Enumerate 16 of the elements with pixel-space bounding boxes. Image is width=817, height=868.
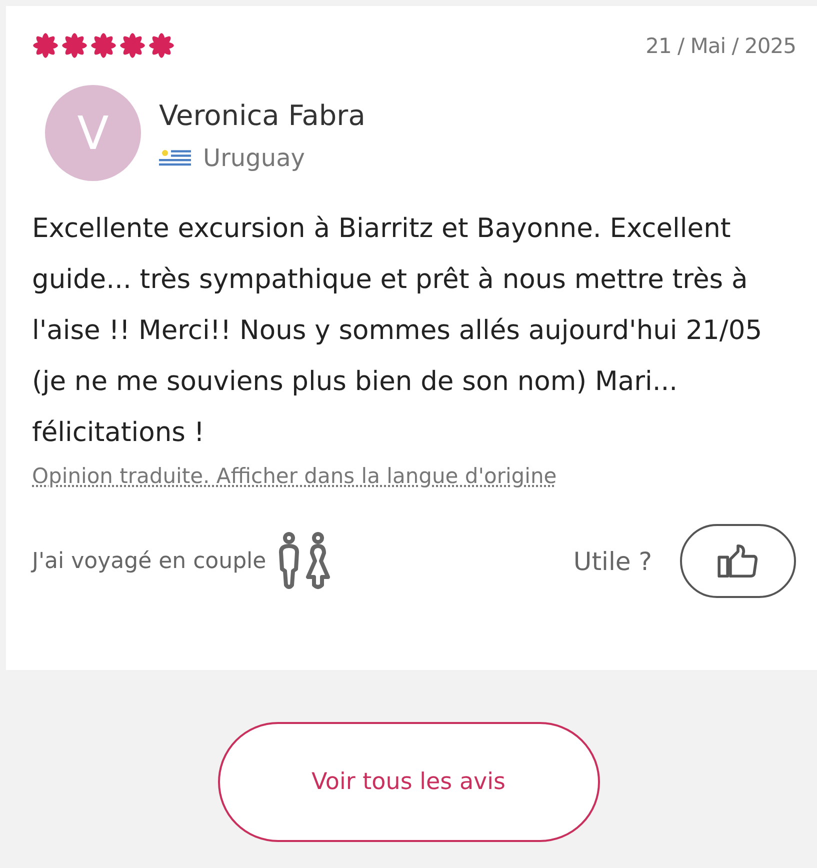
original-language-link[interactable]: Opinion traduite. Afficher dans la langue d'origine bbox=[32, 464, 557, 488]
thumbs-up-icon bbox=[716, 544, 760, 578]
star-icon bbox=[148, 32, 175, 59]
review-text: Excellente excursion à Biarritz et Bayonne. Excellent guide... très sympathique et prêt à nous mettre très à l'aise !! Merci!! Nous y sommes allés aujourd'hui 21/05 (je ne me souviens plus bien de son nom) Mari... félicitations ! bbox=[32, 212, 764, 450]
star-icon bbox=[90, 32, 117, 59]
helpful-label: Utile ? bbox=[573, 546, 652, 576]
flag-icon bbox=[159, 148, 191, 168]
author-name: Veronica Fabra bbox=[159, 99, 366, 132]
travel-type: J'ai voyagé en couple bbox=[32, 548, 266, 574]
author-country: Uruguay bbox=[203, 144, 305, 172]
star-icon bbox=[119, 32, 146, 59]
review-date: 21 / Mai / 2025 bbox=[646, 34, 796, 58]
avatar: V bbox=[45, 85, 141, 181]
star-icon bbox=[61, 32, 88, 59]
all-reviews-button[interactable]: Voir tous les avis bbox=[218, 722, 600, 842]
star-icon bbox=[32, 32, 59, 59]
